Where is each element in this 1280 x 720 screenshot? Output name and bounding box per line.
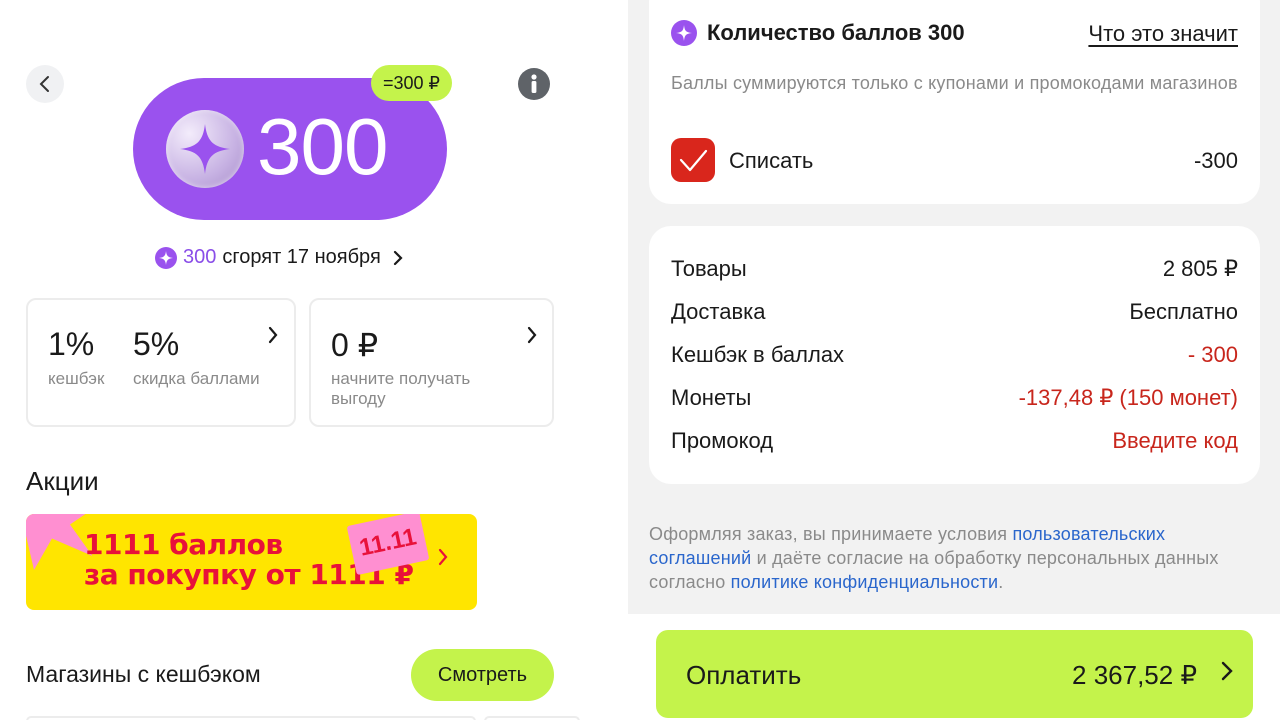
discount-value: 5%	[133, 326, 180, 362]
privacy-policy-link[interactable]: политике конфиденциальности	[731, 572, 999, 592]
points-title-text: Количество баллов 300	[707, 20, 965, 45]
summary-row-delivery: Доставка Бесплатно	[671, 299, 1238, 327]
chevron-right-icon	[527, 326, 537, 344]
enter-promocode-link[interactable]: Введите код	[1112, 428, 1238, 454]
summary-value: - 300	[1187, 342, 1238, 367]
promo-line1: 1111 баллов	[84, 528, 283, 561]
promo-date-tag: 11.11	[346, 514, 430, 576]
checkmark-icon	[679, 149, 708, 172]
points-description: Баллы суммируются только с купонами и пр…	[671, 73, 1238, 93]
chevron-right-icon	[1221, 661, 1233, 681]
benefit-label: начните получать выгоду	[331, 369, 470, 409]
summary-row-promocode: Промокод Введите код	[671, 428, 1238, 456]
expire-text: сгорят 17 ноября	[222, 246, 381, 268]
summary-label: Доставка	[671, 299, 766, 324]
summary-row-cashback: Кешбэк в баллах - 300	[671, 342, 1238, 370]
checkout-panel: Количество баллов 300 Что это значит Бал…	[628, 0, 1280, 720]
info-icon	[531, 74, 537, 93]
pay-label: Оплатить	[686, 660, 802, 690]
chevron-left-icon	[39, 76, 49, 92]
see-shops-button[interactable]: Смотреть	[411, 649, 554, 701]
summary-label: Товары	[671, 256, 747, 281]
points-star-icon	[671, 20, 697, 46]
terms-part3: .	[998, 572, 1004, 592]
cashback-shops-heading: Магазины с кешбэком	[26, 661, 261, 687]
summary-row-goods: Товары 2 805 ₽	[671, 256, 1238, 284]
writeoff-label: Списать	[729, 148, 814, 173]
writeoff-value: -300	[1193, 148, 1238, 173]
rub-equivalent-badge: =300 ₽	[371, 65, 452, 101]
benefit-label-line2: выгоду	[331, 389, 386, 408]
what-it-means-link[interactable]: Что это значит	[1088, 21, 1238, 47]
terms-text: Оформляя заказ, вы принимаете условия по…	[649, 522, 1259, 594]
promo-banner[interactable]: 1111 баллов за покупку от 1111 ₽ 11.11	[26, 514, 477, 610]
order-summary-box: Товары 2 805 ₽ Доставка Бесплатно Кешбэк…	[649, 226, 1260, 484]
points-coin-icon	[166, 110, 244, 188]
points-box: Количество баллов 300 Что это значит Бал…	[649, 0, 1260, 204]
summary-label: Промокод	[671, 428, 774, 453]
writeoff-checkbox[interactable]	[671, 138, 715, 182]
pay-button[interactable]: Оплатить 2 367,52 ₽	[656, 630, 1253, 718]
summary-value: 2 805 ₽	[1162, 256, 1238, 281]
summary-value: Бесплатно	[1129, 299, 1238, 324]
benefit-card[interactable]: 0 ₽ начните получать выгоду	[309, 298, 554, 427]
summary-row-coins: Монеты -137,48 ₽ (150 монет)	[671, 385, 1238, 413]
loyalty-panel: 300 =300 ₽ 300 сгорят 17 ноября 1% кешбэ…	[0, 0, 580, 720]
benefit-label-line1: начните получать	[331, 369, 471, 388]
discount-label: скидка баллами	[133, 369, 260, 388]
cashback-value: 1%	[48, 326, 95, 362]
points-title: Количество баллов 300	[671, 20, 965, 46]
expire-amount: 300	[183, 246, 217, 268]
terms-part1: Оформляя заказ, вы принимаете условия	[649, 524, 1013, 544]
chevron-right-icon	[438, 548, 448, 566]
points-expire-link[interactable]: 300 сгорят 17 ноября	[155, 246, 403, 269]
benefit-value: 0 ₽	[331, 327, 379, 363]
points-star-icon	[155, 246, 177, 269]
info-button[interactable]	[518, 68, 550, 100]
shop-card[interactable]	[26, 716, 476, 720]
summary-label: Монеты	[671, 385, 752, 410]
pay-amount: 2 367,52 ₽	[1072, 660, 1197, 690]
chevron-right-icon	[268, 326, 278, 344]
summary-label: Кешбэк в баллах	[671, 342, 845, 367]
cashback-label: кешбэк	[48, 369, 105, 388]
points-balance-value: 300	[257, 102, 388, 191]
promotions-heading: Акции	[26, 466, 99, 496]
chevron-right-icon	[393, 250, 403, 265]
summary-value: -137,48 ₽ (150 монет)	[1018, 385, 1238, 410]
back-button[interactable]	[26, 65, 64, 103]
cashback-card[interactable]: 1% кешбэк 5% скидка баллами	[26, 298, 296, 427]
shop-card[interactable]	[484, 716, 580, 720]
